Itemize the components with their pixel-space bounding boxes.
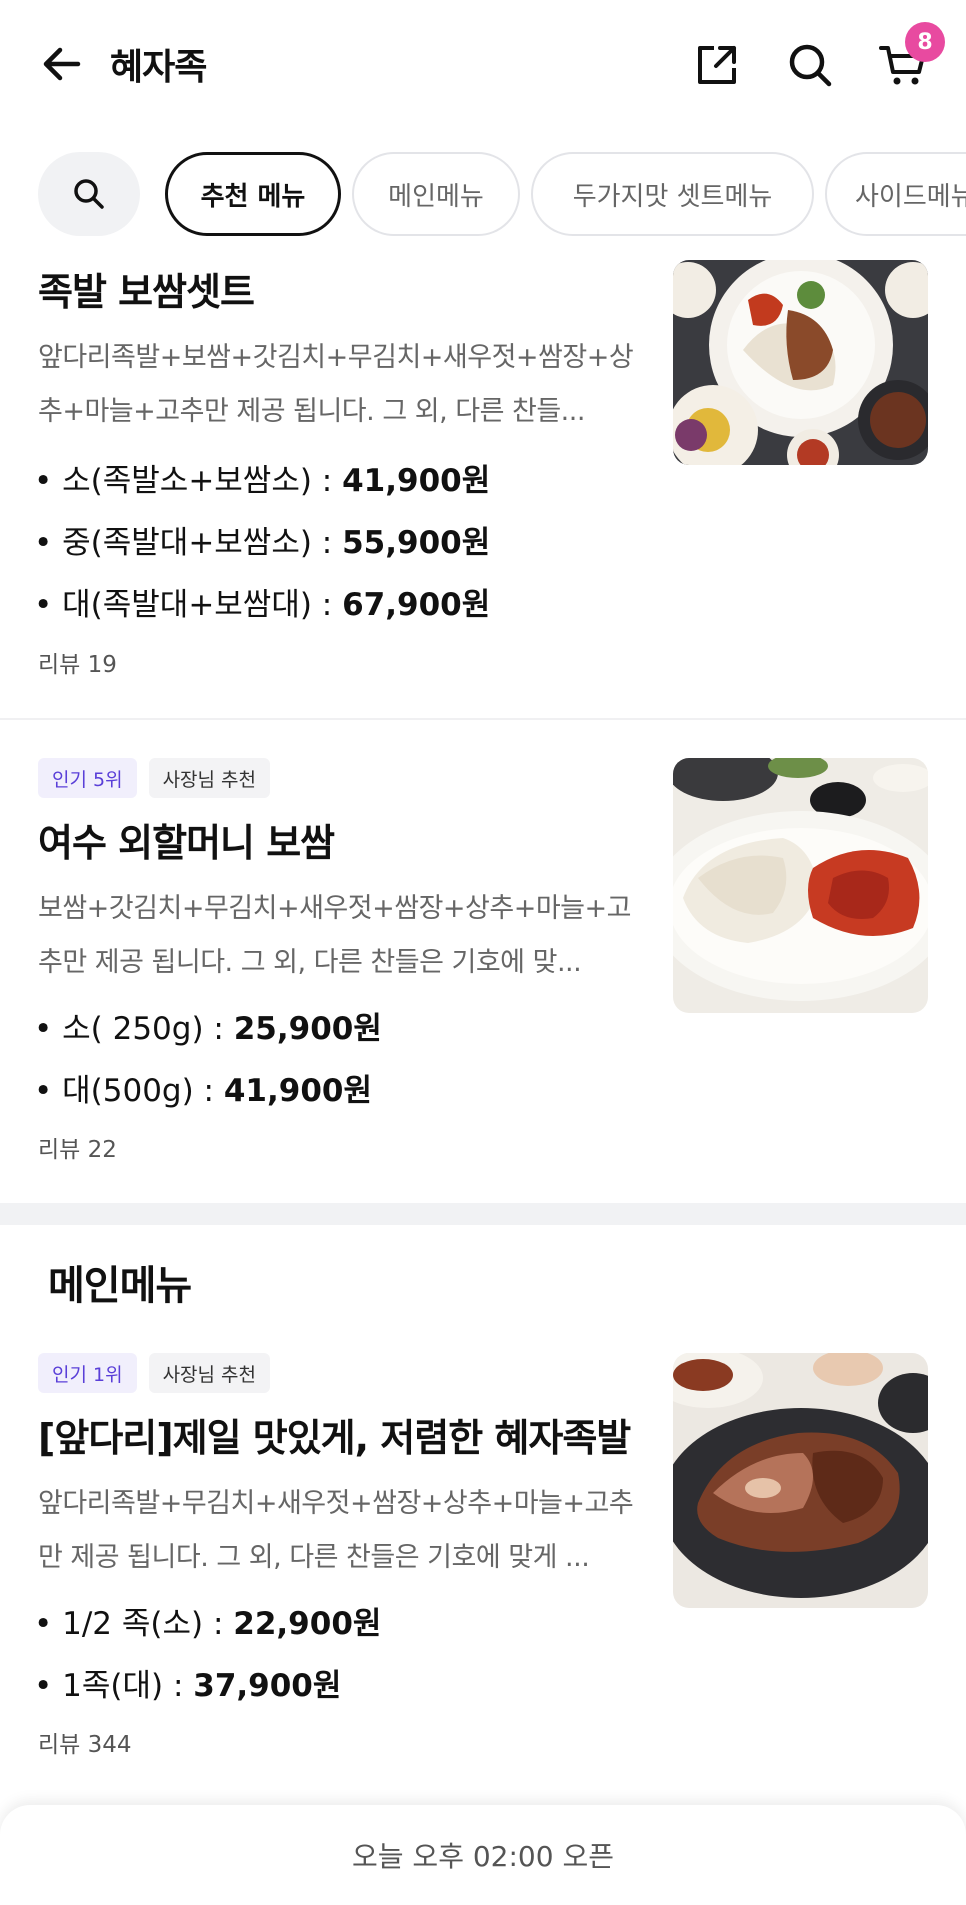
tab-recommended[interactable]: 추천 메뉴	[165, 152, 341, 236]
price-value: 67,900원	[342, 587, 491, 623]
price-value: 25,900원	[233, 1011, 382, 1047]
menu-item-photo	[673, 260, 928, 465]
menu-item-name: [앞다리]제일 맛있게, 저렴한 혜자족발	[38, 1416, 631, 1460]
price-option: • 1족(대) : 37,900원	[34, 1660, 341, 1705]
price-option-label: • 소( 250g) :	[34, 1011, 234, 1047]
section-divider	[0, 1203, 966, 1225]
price-value: 41,900원	[342, 463, 491, 499]
open-time-text: 오늘 오후 02:00 오픈	[352, 1840, 614, 1873]
menu-item-description: 보쌈+갓김치+무김치+새우젓+쌈장+상추+마늘+고추만 제공 됩니다. 그 외,…	[38, 893, 631, 978]
menu-item-photo	[673, 758, 928, 1013]
store-title: 혜자족	[110, 47, 207, 88]
review-count: 리뷰 22	[38, 1137, 117, 1163]
menu-item[interactable]: 족발 보쌈셋트 앞다리족발+보쌈+갓김치+무김치+새우젓+쌈장+상추+마늘+고추…	[0, 255, 966, 715]
item-badges: 인기 1위 사장님 추천	[38, 1353, 271, 1393]
price-option: • 대(500g) : 41,900원	[34, 1065, 372, 1110]
price-option-label: • 1족(대) :	[34, 1668, 194, 1704]
price-value: 37,900원	[193, 1668, 342, 1704]
share-icon[interactable]	[692, 40, 742, 90]
category-tabs: 추천 메뉴 메인메뉴 두가지맛 셋트메뉴 사이드메뉴	[0, 150, 966, 240]
price-option-label: • 1/2 족(소) :	[34, 1606, 234, 1642]
search-icon[interactable]	[785, 40, 835, 90]
menu-item-name: 여수 외할머니 보쌈	[38, 821, 335, 865]
price-option-label: • 대(족발대+보쌈대) :	[34, 587, 343, 623]
menu-item-name: 족발 보쌈셋트	[38, 270, 255, 314]
tab-side-menu[interactable]: 사이드메뉴	[825, 152, 966, 236]
menu-item-description: 앞다리족발+보쌈+갓김치+무김치+새우젓+쌈장+상추+마늘+고추만 제공 됩니다…	[38, 342, 634, 427]
search-icon	[74, 179, 104, 209]
item-badges: 인기 5위 사장님 추천	[38, 758, 271, 798]
price-option-label: • 대(500g) :	[34, 1073, 224, 1109]
menu-item[interactable]: 인기 5위 사장님 추천 여수 외할머니 보쌈 보쌈+갓김치+무김치+새우젓+쌈…	[0, 720, 966, 1200]
price-value: 41,900원	[223, 1073, 373, 1109]
tab-two-flavor-set[interactable]: 두가지맛 셋트메뉴	[531, 152, 814, 236]
price-option: • 1/2 족(소) : 22,900원	[34, 1598, 381, 1643]
price-option: • 중(족발대+보쌈소) : 55,900원	[34, 517, 490, 562]
top-app-bar: 혜자족 8	[0, 0, 966, 130]
popular-rank-badge: 인기 5위	[38, 758, 137, 798]
price-option: • 대(족발대+보쌈대) : 67,900원	[34, 579, 490, 624]
menu-item[interactable]: 인기 1위 사장님 추천 [앞다리]제일 맛있게, 저렴한 혜자족발 앞다리족발…	[0, 1315, 966, 1795]
menu-search-button[interactable]	[38, 152, 140, 236]
section-title: 메인메뉴	[48, 1263, 192, 1309]
price-option: • 소( 250g) : 25,900원	[34, 1003, 382, 1048]
tab-main-menu[interactable]: 메인메뉴	[352, 152, 520, 236]
owner-pick-badge: 사장님 추천	[148, 758, 271, 798]
price-value: 55,900원	[342, 525, 491, 561]
price-option: • 소(족발소+보쌈소) : 41,900원	[34, 455, 490, 500]
price-option-label: • 중(족발대+보쌈소) :	[34, 525, 343, 561]
review-count: 리뷰 19	[38, 652, 117, 678]
price-value: 22,900원	[233, 1606, 382, 1642]
price-option-label: • 소(족발소+보쌈소) :	[34, 463, 343, 499]
popular-rank-badge: 인기 1위	[38, 1353, 137, 1393]
menu-item-photo	[673, 1353, 928, 1608]
menu-item-description: 앞다리족발+무김치+새우젓+쌈장+상추+마늘+고추만 제공 됩니다. 그 외, …	[38, 1488, 634, 1573]
store-open-time-bar: 오늘 오후 02:00 오픈	[0, 1805, 966, 1905]
cart-count-badge: 8	[905, 22, 945, 62]
owner-pick-badge: 사장님 추천	[148, 1353, 271, 1393]
review-count: 리뷰 344	[38, 1732, 132, 1758]
back-arrow-icon[interactable]	[38, 40, 86, 88]
